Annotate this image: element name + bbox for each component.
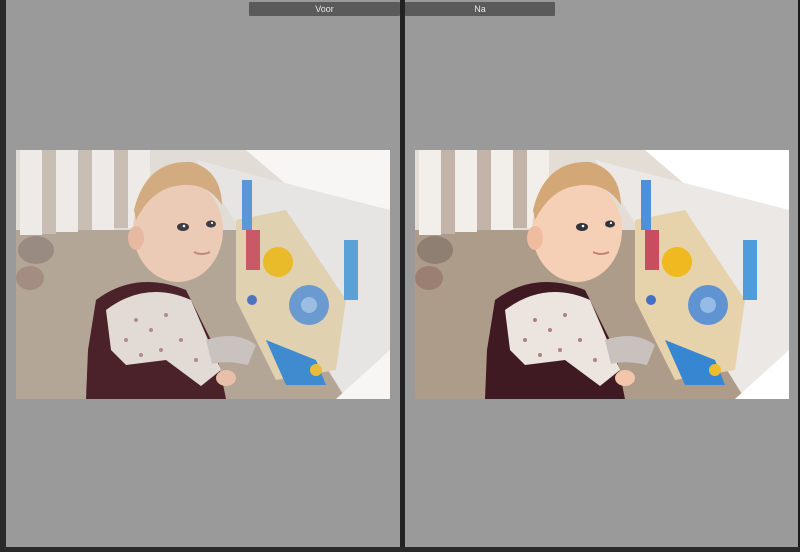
before-photo[interactable] xyxy=(16,150,390,399)
after-label: Na xyxy=(405,2,555,16)
before-panel: Voor xyxy=(6,0,400,547)
baby-photo-before xyxy=(16,150,390,399)
bottom-frame-edge xyxy=(0,547,800,552)
baby-photo-after xyxy=(415,150,789,399)
before-after-compare-view: Voor Na xyxy=(0,0,800,552)
after-photo[interactable] xyxy=(415,150,789,399)
before-label: Voor xyxy=(249,2,400,16)
after-panel: Na xyxy=(405,0,798,547)
